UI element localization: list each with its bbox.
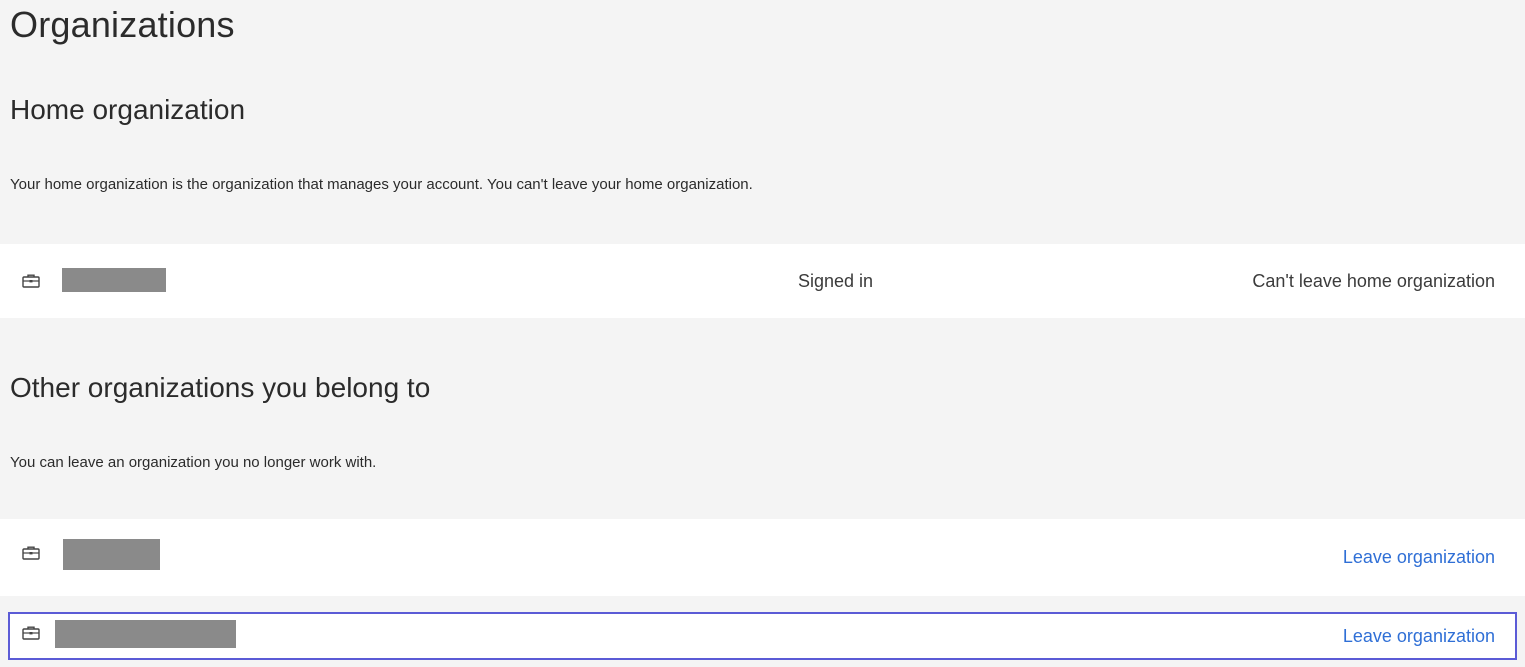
leave-organization-link[interactable]: Leave organization	[1343, 626, 1495, 647]
briefcase-icon	[22, 626, 40, 640]
signed-in-status: Signed in	[798, 271, 874, 291]
redacted-organization-name	[63, 539, 160, 570]
redacted-organization-name	[55, 620, 236, 648]
home-organization-heading: Home organization	[10, 94, 246, 125]
briefcase-icon	[22, 274, 40, 288]
redacted-organization-name	[62, 268, 166, 292]
cant-leave-text: Can't leave home organization	[1252, 271, 1495, 291]
organization-row-selected: Leave organization	[8, 612, 1517, 660]
home-organization-row: Signed in Can't leave home organization	[0, 244, 1525, 318]
organization-row: Leave organization	[0, 519, 1525, 596]
other-organizations-heading: Other organizations you belong to	[10, 372, 431, 403]
home-organization-description: Your home organization is the organizati…	[10, 176, 753, 193]
other-organizations-description: You can leave an organization you no lon…	[10, 454, 377, 471]
leave-organization-link[interactable]: Leave organization	[1343, 547, 1495, 568]
page-title: Organizations	[10, 4, 235, 45]
briefcase-icon	[22, 546, 40, 560]
